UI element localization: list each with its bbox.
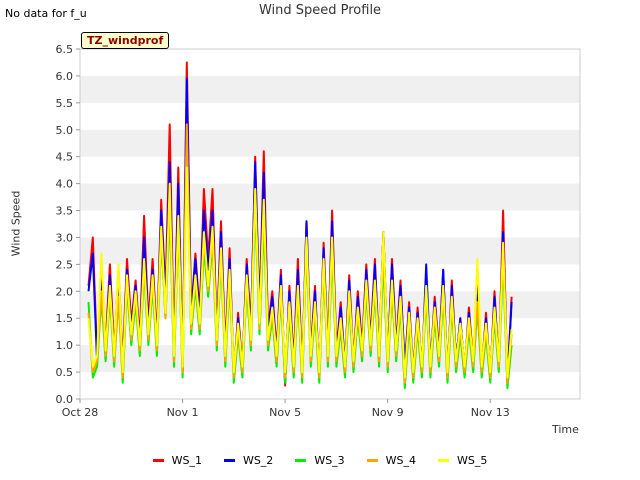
legend-label-ws3: WS_3 [314,454,345,467]
grid-band [80,75,580,103]
y-tick-label: 6.0 [56,70,74,83]
y-tick-label: 4.0 [56,178,74,191]
x-axis: Oct 28 Nov 1 Nov 5 Nov 9 Nov 13 [62,399,510,419]
legend-swatch-ws3 [295,459,307,462]
y-tick-label: 0.0 [56,393,74,406]
y-tick-label: 4.5 [56,151,74,164]
x-tick-label: Nov 9 [372,406,404,419]
chart-title: Wind Speed Profile [258,3,382,18]
y-axis: 0.0 0.5 1.0 1.5 2.0 2.5 3.0 3.5 4.0 4.5 5.0 5.5 6.0 6… [56,43,80,406]
grid-band [80,183,580,211]
y-tick-label: 3.0 [56,231,74,244]
y-tick-label: 5.5 [56,97,74,110]
legend-item-ws2: WS_2 [223,454,274,467]
y-tick-label: 5.0 [56,124,74,137]
x-tick-label: Oct 28 [62,406,99,419]
x-tick-label: Nov 5 [269,406,301,419]
legend: WS_1 WS_2 WS_3 WS_4 WS_5 [0,454,640,467]
y-axis-label: Wind Speed [9,190,23,257]
y-tick-label: 2.0 [56,285,74,298]
y-tick-label: 6.5 [56,43,74,56]
grid-band [80,345,580,373]
legend-swatch-ws5 [438,459,450,462]
legend-item-ws5: WS_5 [438,454,487,467]
y-tick-label: 2.5 [56,258,74,271]
legend-label-ws2: WS_2 [242,454,274,467]
legend-label-ws4: WS_4 [385,454,417,467]
legend-swatch-ws4 [366,459,378,462]
legend-swatch-ws1 [152,459,164,462]
y-tick-label: 1.0 [56,339,74,352]
x-tick-label: Nov 1 [167,406,199,419]
legend-item-ws4: WS_4 [366,454,417,467]
legend-item-ws1: WS_1 [152,454,202,467]
grid-band [80,129,580,157]
x-axis-label: Time [552,423,579,436]
series-lines [87,61,513,390]
site-badge: TZ_windprof [81,32,170,49]
y-tick-label: 1.5 [56,312,74,325]
legend-swatch-ws2 [223,459,235,462]
y-tick-label: 0.5 [56,366,74,379]
wind-speed-chart: 0.0 0.5 1.0 1.5 2.0 2.5 3.0 3.5 4.0 4.5 5.0 5.5 6.0 6… [56,43,581,419]
legend-label-ws5: WS_5 [457,454,488,467]
legend-item-ws3: WS_3 [295,454,345,467]
x-tick-label: Nov 13 [471,406,510,419]
y-tick-label: 3.5 [56,205,74,218]
legend-label-ws1: WS_1 [171,454,202,467]
